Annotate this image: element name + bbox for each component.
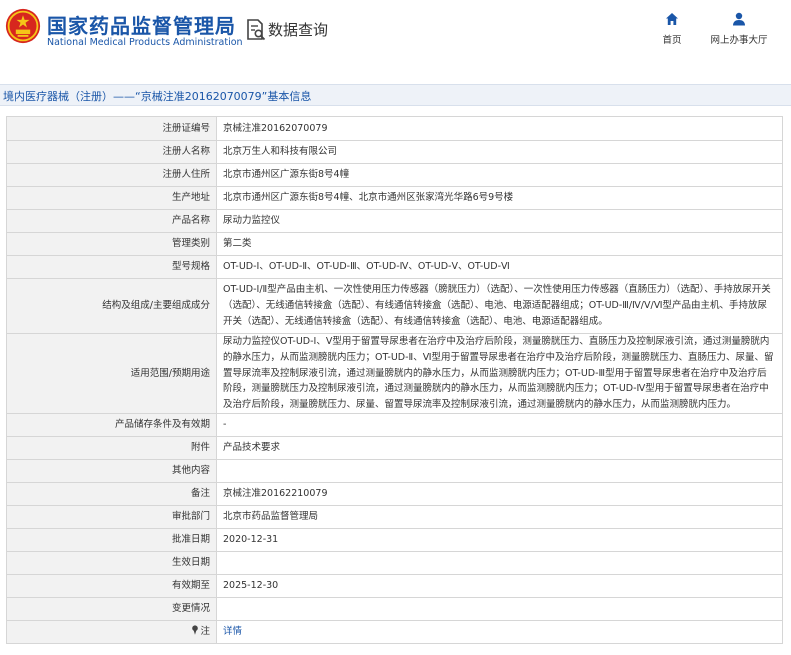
row-label: 其他内容 [6, 458, 217, 483]
row-label: 产品名称 [6, 209, 217, 233]
row-value: - [216, 412, 783, 437]
row-value [216, 596, 783, 621]
pin-icon [192, 625, 199, 635]
row-value: 北京市药品监督管理局 [216, 504, 783, 529]
document-search-icon [247, 19, 266, 41]
table-row: 适用范围/预期用途 尿动力监控仪OT-UD-Ⅰ、Ⅴ型用于留置导尿患者在治疗中及治… [6, 333, 783, 414]
row-label: 注册人名称 [6, 140, 217, 164]
note-value-cell: 详情 [216, 619, 783, 644]
details-link[interactable]: 详情 [223, 626, 242, 637]
site-header: 国家药品监督管理局 National Medical Products Admi… [0, 0, 791, 62]
row-value: 京械注准20162070079 [216, 116, 783, 141]
row-value: 北京市通州区广源东街8号4幢 [216, 163, 783, 187]
row-value: 产品技术要求 [216, 435, 783, 460]
table-row: 注册人住所 北京市通州区广源东街8号4幢 [6, 163, 783, 187]
table-row: 注册人名称 北京万生人和科技有限公司 [6, 140, 783, 164]
row-label: 注 [200, 626, 210, 638]
note-label-cell: 注 [6, 619, 217, 644]
row-label: 适用范围/预期用途 [6, 333, 217, 414]
row-label: 注册人住所 [6, 163, 217, 187]
row-label: 审批部门 [6, 504, 217, 529]
row-value: 尿动力监控仪 [216, 209, 783, 233]
registration-info-table: 注册证编号 京械注准20162070079 注册人名称 北京万生人和科技有限公司… [6, 116, 783, 644]
nav-home-label: 首页 [662, 35, 682, 46]
table-row: 结构及组成/主要组成成分 OT-UD-Ⅰ/Ⅱ型产品由主机、一次性使用压力传感器（… [6, 278, 783, 334]
section-header: 境内医疗器械（注册）——“京械注准20162070079”基本信息 [0, 84, 791, 106]
row-label: 变更情况 [6, 596, 217, 621]
row-value: 北京市通州区广源东街8号4幢、北京市通州区张家湾光华路6号9号楼 [216, 186, 783, 210]
row-value [216, 458, 783, 483]
row-label: 生效日期 [6, 550, 217, 575]
row-label: 批准日期 [6, 527, 217, 552]
table-row: 注 详情 [6, 619, 783, 644]
site-title[interactable]: 国家药品监督管理局 [47, 10, 236, 39]
nav-service-hall-label: 网上办事大厅 [710, 35, 768, 46]
site-subtitle: National Medical Products Administration [47, 37, 243, 48]
row-label: 备注 [6, 481, 217, 506]
nav-home-link[interactable]: 首页 [652, 12, 692, 46]
row-label: 附件 [6, 435, 217, 460]
row-value [216, 550, 783, 575]
table-row: 变更情况 [6, 596, 783, 621]
table-row: 生效日期 [6, 550, 783, 575]
row-value: 2020-12-31 [216, 527, 783, 552]
row-value: 北京万生人和科技有限公司 [216, 140, 783, 164]
row-value: 尿动力监控仪OT-UD-Ⅰ、Ⅴ型用于留置导尿患者在治疗中及治疗后阶段，测量膀胱压… [216, 333, 783, 414]
row-label: 有效期至 [6, 573, 217, 598]
home-icon [666, 13, 678, 25]
row-label: 管理类别 [6, 232, 217, 256]
national-emblem-icon [5, 8, 41, 44]
row-label: 结构及组成/主要组成成分 [6, 278, 217, 334]
row-label: 产品储存条件及有效期 [6, 412, 217, 437]
table-row: 注册证编号 京械注准20162070079 [6, 116, 783, 141]
table-row: 产品储存条件及有效期 - [6, 412, 783, 437]
row-label: 注册证编号 [6, 116, 217, 141]
table-row: 型号规格 OT-UD-Ⅰ、OT-UD-Ⅱ、OT-UD-Ⅲ、OT-UD-Ⅳ、OT-… [6, 255, 783, 279]
row-label: 生产地址 [6, 186, 217, 210]
row-value: 第二类 [216, 232, 783, 256]
page-heading: 数据查询 [268, 21, 329, 39]
table-row: 附件 产品技术要求 [6, 435, 783, 460]
nav-service-hall-link[interactable]: 网上办事大厅 [704, 12, 774, 46]
table-row: 管理类别 第二类 [6, 232, 783, 256]
table-row: 有效期至 2025-12-30 [6, 573, 783, 598]
table-row: 批准日期 2020-12-31 [6, 527, 783, 552]
section-title: 境内医疗器械（注册）——“京械注准20162070079”基本信息 [3, 90, 312, 103]
row-value: OT-UD-Ⅰ/Ⅱ型产品由主机、一次性使用压力传感器（膀胱压力）（选配）、一次性… [216, 278, 783, 334]
table-row: 备注 京械注准20162210079 [6, 481, 783, 506]
row-value: OT-UD-Ⅰ、OT-UD-Ⅱ、OT-UD-Ⅲ、OT-UD-Ⅳ、OT-UD-Ⅴ、… [216, 255, 783, 279]
row-value: 京械注准20162210079 [216, 481, 783, 506]
row-label: 型号规格 [6, 255, 217, 279]
table-row: 审批部门 北京市药品监督管理局 [6, 504, 783, 529]
table-row: 其他内容 [6, 458, 783, 483]
user-icon [733, 12, 745, 26]
table-row: 产品名称 尿动力监控仪 [6, 209, 783, 233]
row-value: 2025-12-30 [216, 573, 783, 598]
table-row: 生产地址 北京市通州区广源东街8号4幢、北京市通州区张家湾光华路6号9号楼 [6, 186, 783, 210]
